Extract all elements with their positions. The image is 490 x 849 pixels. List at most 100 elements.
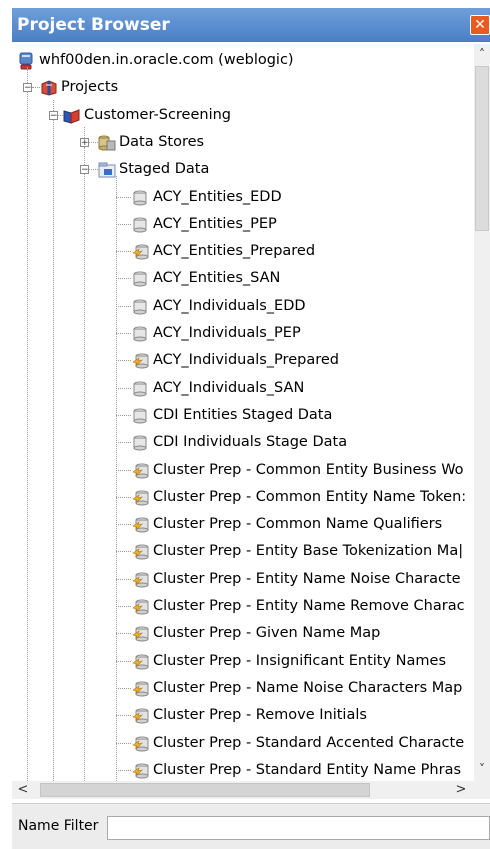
prepared-data-icon xyxy=(132,735,149,751)
scroll-left-icon[interactable]: < xyxy=(14,781,32,799)
staged-data-item[interactable]: ACY_Entities_PEP xyxy=(12,211,474,237)
tree-item-customer-screening[interactable]: Customer-Screening xyxy=(12,102,474,128)
project-browser-panel: Project Browser ✕ whf00den.in.oracle.com… xyxy=(0,0,490,849)
staged-data-item[interactable]: Cluster Prep - Entity Name Remove Charac xyxy=(12,593,474,619)
tree-item-label: ACY_Individuals_SAN xyxy=(153,379,305,396)
prepared-data-icon xyxy=(132,680,149,697)
close-icon[interactable]: ✕ xyxy=(470,15,490,35)
staged-data-item[interactable]: Cluster Prep - Given Name Map xyxy=(12,620,474,646)
prepared-data-icon xyxy=(132,598,149,615)
tree-guide-line xyxy=(116,223,131,225)
prepared-data-icon xyxy=(132,516,149,533)
tree-guide-line xyxy=(116,333,131,334)
tree-guide-line xyxy=(116,769,131,771)
data-cylinder-icon xyxy=(132,407,148,424)
tree-item-label: Projects xyxy=(61,79,119,96)
tree-item-label: whf00den.in.oracle.com (weblogic) xyxy=(39,52,294,68)
staged-data-item[interactable]: Cluster Prep - Common Entity Business Wo xyxy=(12,457,474,483)
tree-guide-line xyxy=(116,196,131,198)
tree-item-label: Cluster Prep - Entity Name Remove Charac xyxy=(153,598,465,614)
staged-data-item[interactable]: ACY_Entities_Prepared xyxy=(12,238,474,264)
staged-data-item[interactable]: CDI Entities Staged Data xyxy=(12,402,474,428)
staged-data-item[interactable]: ACY_Individuals_Prepared xyxy=(12,347,474,373)
staged-data-item[interactable]: ACY_Individuals_SAN xyxy=(12,375,474,401)
tree-guide-line xyxy=(116,414,131,416)
tree-item-label: Cluster Prep - Entity Name Noise Charact… xyxy=(153,570,461,587)
prepared-data-icon xyxy=(132,571,149,588)
tree-guide-line xyxy=(27,67,28,84)
projects-icon xyxy=(40,79,57,96)
vertical-scrollbar[interactable]: ˄ ˅ xyxy=(474,44,490,781)
staged-data-item[interactable]: CDI Individuals Stage Data xyxy=(12,429,474,455)
staged-data-item[interactable]: Cluster Prep - Entity Name Noise Charact… xyxy=(12,566,474,592)
tree-guide-line xyxy=(58,114,63,116)
tree-guide-line xyxy=(89,141,98,143)
project-tree: whf00den.in.oracle.com (weblogic) Project… xyxy=(12,44,474,781)
staged-data-item[interactable]: Cluster Prep - Entity Base Tokenization … xyxy=(12,538,474,564)
vertical-scroll-thumb[interactable] xyxy=(475,66,489,231)
project-expander-icon[interactable]: − xyxy=(49,110,58,120)
staged-data-item[interactable]: ACY_Individuals_PEP xyxy=(12,320,474,346)
data-cylinder-icon xyxy=(132,189,148,205)
tree-guide-line xyxy=(116,578,131,580)
name-filter-label: Name Filter xyxy=(18,818,99,834)
tree-item-label: Cluster Prep - Remove Initials xyxy=(153,707,367,724)
server-icon xyxy=(18,52,34,70)
prepared-data-icon xyxy=(132,625,149,642)
tree-item-label: Cluster Prep - Name Noise Characters Map xyxy=(153,679,463,696)
data-cylinder-icon xyxy=(132,380,148,397)
tree-item-label: Data Stores xyxy=(119,133,205,150)
tree-item-server[interactable]: whf00den.in.oracle.com (weblogic) xyxy=(12,47,474,73)
tree-guide-line xyxy=(116,469,131,471)
scroll-right-icon[interactable]: > xyxy=(452,781,470,799)
staged-data-expander-icon[interactable]: − xyxy=(80,165,89,175)
staged-data-item[interactable]: Cluster Prep - Common Entity Name Token: xyxy=(12,484,474,510)
projects-expander-icon[interactable]: − xyxy=(23,83,32,93)
staged-data-item[interactable]: Cluster Prep - Insignificant Entity Name… xyxy=(12,648,474,674)
tree-item-label: ACY_Individuals_PEP xyxy=(153,325,301,341)
staged-data-item[interactable]: Cluster Prep - Standard Accented Charact… xyxy=(12,730,474,756)
tree-guide-line xyxy=(116,551,131,553)
tree-item-label: Cluster Prep - Insignificant Entity Name… xyxy=(153,652,447,669)
staged-data-item[interactable]: ACY_Entities_EDD xyxy=(12,184,474,210)
tree-item-label: ACY_Individuals_Prepared xyxy=(153,352,339,369)
tree-guide-line xyxy=(53,99,54,111)
data-stores-expander-icon[interactable]: + xyxy=(80,137,89,147)
tree-guide-line xyxy=(116,251,131,253)
tree-guide-line xyxy=(116,715,131,717)
tree-item-label: Cluster Prep - Standard Accented Charact… xyxy=(153,734,465,751)
scroll-down-icon[interactable]: ˅ xyxy=(474,761,490,777)
panel-title: Project Browser xyxy=(17,15,170,35)
staged-data-item[interactable]: Cluster Prep - Remove Initials xyxy=(12,702,474,728)
tree-guide-line xyxy=(84,146,85,166)
prepared-data-icon xyxy=(132,462,149,478)
tree-item-label: ACY_Entities_SAN xyxy=(153,270,281,287)
staged-data-item[interactable]: Cluster Prep - Standard Entity Name Phra… xyxy=(12,757,474,781)
scroll-up-icon[interactable]: ˄ xyxy=(474,46,490,62)
tree-guide-line xyxy=(116,660,131,662)
prepared-data-icon xyxy=(132,489,149,506)
tree-item-label: Cluster Prep - Entity Base Tokenization … xyxy=(153,543,464,560)
data-cylinder-icon xyxy=(132,216,148,233)
tree-guide-line xyxy=(116,606,131,607)
name-filter-input[interactable] xyxy=(107,816,490,840)
tree-guide-line xyxy=(116,633,131,635)
horizontal-scroll-thumb[interactable] xyxy=(40,783,370,797)
tree-guide-line xyxy=(116,742,131,744)
data-cylinder-icon xyxy=(132,298,148,315)
tree-item-label: ACY_Entities_EDD xyxy=(153,188,282,205)
horizontal-scrollbar[interactable]: < > xyxy=(12,781,474,799)
staged-data-item[interactable]: ACY_Entities_SAN xyxy=(12,265,474,291)
tree-guide-line xyxy=(116,496,131,498)
tree-guide-line xyxy=(116,278,131,280)
staged-data-item[interactable]: ACY_Individuals_EDD xyxy=(12,293,474,319)
tree-item-label: CDI Individuals Stage Data xyxy=(153,434,348,451)
tree-item-label: Cluster Prep - Given Name Map xyxy=(153,625,381,642)
staged-data-item[interactable]: Cluster Prep - Name Noise Characters Map xyxy=(12,675,474,701)
tree-item-projects[interactable]: Projects xyxy=(12,74,474,100)
prepared-data-icon xyxy=(132,707,149,724)
staged-data-item[interactable]: Cluster Prep - Common Name Qualifiers xyxy=(12,511,474,537)
data-cylinder-icon xyxy=(132,270,148,287)
data-cylinder-icon xyxy=(132,325,148,342)
tree-item-label: CDI Entities Staged Data xyxy=(153,406,333,423)
